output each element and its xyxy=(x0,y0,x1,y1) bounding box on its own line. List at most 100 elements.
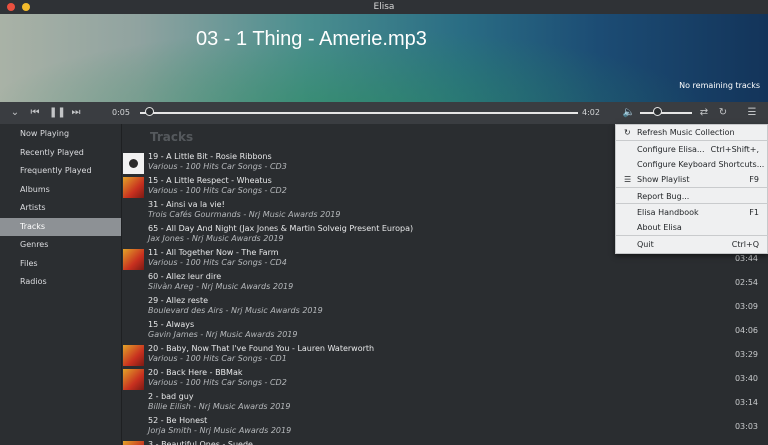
sidebar-item-files[interactable]: Files xyxy=(0,255,121,274)
seek-slider[interactable] xyxy=(140,112,578,114)
volume-slider[interactable] xyxy=(640,112,692,114)
volume-icon[interactable]: 🔈 xyxy=(622,106,636,120)
sidebar-item-recently-played[interactable]: Recently Played xyxy=(0,144,121,163)
track-title: 60 - Allez leur dire xyxy=(148,272,222,281)
total-time: 4:02 xyxy=(582,108,600,117)
track-artist-album: Boulevard des Airs - Nrj Music Awards 20… xyxy=(148,306,323,315)
track-title: 20 - Baby, Now That I've Found You - Lau… xyxy=(148,344,375,353)
track-title: 3 - Beautiful Ones - Suede xyxy=(148,440,253,445)
now-playing-title: 03 - 1 Thing - Amerie.mp3 xyxy=(196,28,427,50)
album-art xyxy=(123,369,144,390)
window-title: Elisa xyxy=(373,2,395,12)
album-art xyxy=(123,441,144,445)
track-duration: 03:29 xyxy=(734,350,758,359)
track-duration: 02:54 xyxy=(734,278,758,287)
player-controls: ⌄ ⏮ ❚❚ ⏭ 0:05 4:02 🔈 ⇄ ↻ ☰ xyxy=(0,102,768,124)
sidebar-item-genres[interactable]: Genres xyxy=(0,236,121,255)
menu-item-show-playlist[interactable]: ☰ Show Playlist F9 xyxy=(616,172,768,188)
track-duration: 04:06 xyxy=(734,326,758,335)
track-row[interactable]: 2 - bad guy Billie Eilish - Nrj Music Awa… xyxy=(122,391,768,415)
repeat-icon[interactable]: ↻ xyxy=(716,106,730,120)
album-art xyxy=(123,249,144,270)
track-row[interactable]: 20 - Back Here - BBMak Various - 100 Hits… xyxy=(122,367,768,391)
view-title: Tracks xyxy=(150,130,194,144)
track-artist-album: Trois Cafés Gourmands - Nrj Music Awards… xyxy=(148,210,341,219)
menu-item-shortcut: F1 xyxy=(749,208,759,217)
album-art xyxy=(123,345,144,366)
track-artist-album: Various - 100 Hits Car Songs - CD2 xyxy=(148,186,287,195)
menu-item-shortcut: Ctrl+Shift+, xyxy=(710,145,759,154)
menu-item-shortcut: F9 xyxy=(749,175,759,184)
track-row[interactable]: 60 - Allez leur dire Silvàn Areg - Nrj Mu… xyxy=(122,271,768,295)
menu-item-refresh-music-collection[interactable]: ↻ Refresh Music Collection xyxy=(616,125,768,141)
sidebar-item-tracks[interactable]: Tracks xyxy=(0,217,121,236)
track-row[interactable]: 15 - Always Gavin James - Nrj Music Award… xyxy=(122,319,768,343)
skip-back-icon[interactable]: ⏮ xyxy=(28,106,42,120)
track-artist-album: Jax Jones - Nrj Music Awards 2019 xyxy=(148,234,284,243)
sidebar-item-frequently-played[interactable]: Frequently Played xyxy=(0,162,121,181)
track-title: 65 - All Day And Night (Jax Jones & Mart… xyxy=(148,224,414,233)
menu-item-label: Configure Elisa... xyxy=(637,145,705,154)
sidebar-item-albums[interactable]: Albums xyxy=(0,181,121,200)
track-title: 52 - Be Honest xyxy=(148,416,208,425)
track-row[interactable]: 29 - Allez reste Boulevard des Airs - Nrj… xyxy=(122,295,768,319)
track-duration: 03:44 xyxy=(734,254,758,263)
chevron-down-icon[interactable]: ⌄ xyxy=(8,106,22,120)
window-titlebar: Elisa xyxy=(0,0,768,14)
menu-item-configure-elisa[interactable]: Configure Elisa... Ctrl+Shift+, xyxy=(616,142,768,158)
track-title: 20 - Back Here - BBMak xyxy=(148,368,243,377)
menu-item-label: Quit xyxy=(637,240,654,249)
track-row[interactable]: 3 - Beautiful Ones - Suede xyxy=(122,439,768,445)
track-duration: 03:09 xyxy=(734,302,758,311)
elapsed-time: 0:05 xyxy=(112,108,130,117)
close-window-button[interactable] xyxy=(7,3,15,11)
sidebar: Now Playing Recently Played Frequently Pla… xyxy=(0,124,122,445)
album-art xyxy=(123,153,144,174)
refresh-icon: ↻ xyxy=(624,128,631,137)
track-duration: 03:40 xyxy=(734,374,758,383)
application-menu: ↻ Refresh Music Collection Configure Elisa… xyxy=(615,124,768,254)
menu-item-quit[interactable]: Quit Ctrl+Q xyxy=(616,237,768,253)
menu-item-shortcut: Ctrl+Q xyxy=(731,240,759,249)
track-artist-album: Gavin James - Nrj Music Awards 2019 xyxy=(148,330,298,339)
menu-item-label: Elisa Handbook xyxy=(637,208,699,217)
track-title: 19 - A Little Bit - Rosie Ribbons xyxy=(148,152,272,161)
menu-item-label: Show Playlist xyxy=(637,175,690,184)
track-row[interactable]: 52 - Be Honest Jorja Smith - Nrj Music Aw… xyxy=(122,415,768,439)
menu-item-report-bug[interactable]: Report Bug... xyxy=(616,189,768,205)
menu-item-label: Configure Keyboard Shortcuts... xyxy=(637,160,765,169)
menu-item-configure-keyboard-shortcuts[interactable]: Configure Keyboard Shortcuts... xyxy=(616,157,768,173)
track-title: 31 - Ainsi va la vie! xyxy=(148,200,225,209)
track-duration: 03:14 xyxy=(734,398,758,407)
skip-forward-icon[interactable]: ⏭ xyxy=(69,106,83,120)
menu-item-elisa-handbook[interactable]: Elisa Handbook F1 xyxy=(616,205,768,221)
menu-item-about-elisa[interactable]: About Elisa xyxy=(616,220,768,236)
playlist-icon: ☰ xyxy=(624,175,632,184)
sidebar-item-now-playing[interactable]: Now Playing xyxy=(0,125,121,144)
pause-icon[interactable]: ❚❚ xyxy=(49,106,66,120)
sidebar-item-artists[interactable]: Artists xyxy=(0,199,121,218)
track-artist-album: Various - 100 Hits Car Songs - CD4 xyxy=(148,258,287,267)
minimize-window-button[interactable] xyxy=(22,3,30,11)
track-artist-album: Jorja Smith - Nrj Music Awards 2019 xyxy=(148,426,292,435)
track-artist-album: Various - 100 Hits Car Songs - CD1 xyxy=(148,354,287,363)
track-title: 15 - A Little Respect - Wheatus xyxy=(148,176,272,185)
remaining-tracks-label: No remaining tracks xyxy=(679,81,760,90)
track-title: 2 - bad guy xyxy=(148,392,194,401)
shuffle-icon[interactable]: ⇄ xyxy=(697,106,711,120)
track-duration: 03:03 xyxy=(734,422,758,431)
seek-handle[interactable] xyxy=(145,107,155,116)
track-artist-album: Various - 100 Hits Car Songs - CD3 xyxy=(148,162,287,171)
track-artist-album: Silvàn Areg - Nrj Music Awards 2019 xyxy=(148,282,294,291)
track-artist-album: Various - 100 Hits Car Songs - CD2 xyxy=(148,378,287,387)
track-title: 11 - All Together Now - The Farm xyxy=(148,248,279,257)
volume-handle[interactable] xyxy=(653,107,663,116)
track-row[interactable]: 20 - Baby, Now That I've Found You - Lau… xyxy=(122,343,768,367)
now-playing-header: 03 - 1 Thing - Amerie.mp3 No remaining t… xyxy=(0,14,768,102)
track-title: 15 - Always xyxy=(148,320,195,329)
album-art xyxy=(123,177,144,198)
menu-item-label: Refresh Music Collection xyxy=(637,128,735,137)
hamburger-menu-icon[interactable]: ☰ xyxy=(745,106,759,120)
track-artist-album: Billie Eilish - Nrj Music Awards 2019 xyxy=(148,402,291,411)
sidebar-item-radios[interactable]: Radios xyxy=(0,273,121,292)
